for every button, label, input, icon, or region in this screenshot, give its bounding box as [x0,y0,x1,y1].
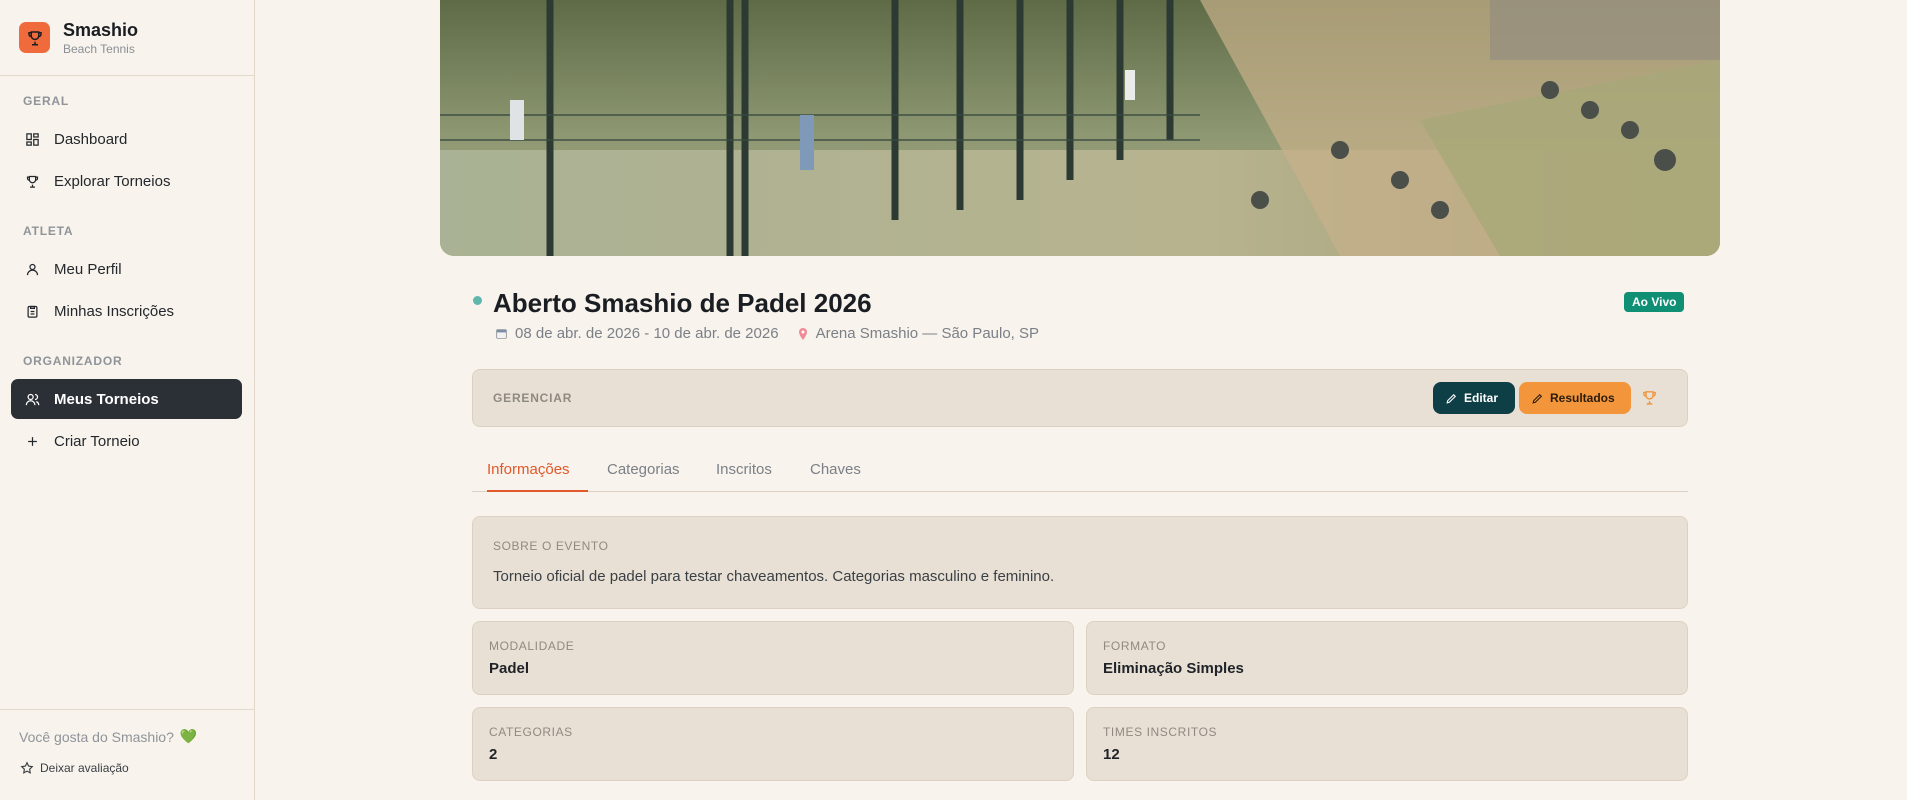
trophy-icon [1641,389,1658,411]
sidebar-footer: Você gosta do Smashio? 💚 Deixar avaliaçã… [0,709,255,800]
clipboard-icon [24,303,40,319]
star-icon [20,761,34,775]
sidebar-item-label: Criar Torneio [54,432,140,450]
users-icon [24,391,40,407]
stat-value: Eliminação Simples [1103,660,1244,677]
sidebar-item-label: Explorar Torneios [54,172,171,190]
sidebar-item-explorar-torneios[interactable]: Explorar Torneios [11,161,242,201]
leave-review-link[interactable]: Deixar avaliação [20,761,129,775]
pencil-icon [1531,392,1544,405]
tournament-tabs: Informações Categorias Inscritos Chaves [472,458,1688,492]
heart-icon: 💚 [179,728,198,744]
location-pin-icon [797,327,809,341]
tournament-cover-image [440,0,1720,256]
brand-logo-icon [19,22,50,53]
sidebar-item-meu-perfil[interactable]: Meu Perfil [11,249,242,289]
pencil-icon [1445,392,1458,405]
stat-card-formato: FORMATO Eliminação Simples [1086,621,1688,695]
stat-label: MODALIDADE [489,639,575,653]
sidebar-item-label: Dashboard [54,130,128,148]
manage-panel: GERENCIAR Editar Resultados [472,369,1688,427]
sidebar-item-minhas-inscricoes[interactable]: Minhas Inscrições [11,291,242,331]
stat-label: FORMATO [1103,639,1167,653]
tournament-meta: 08 de abr. de 2026 - 10 de abr. de 2026 … [495,325,1039,342]
sidebar-item-criar-torneio[interactable]: Criar Torneio [11,421,242,461]
tournament-location: Arena Smashio — São Paulo, SP [815,325,1040,342]
stat-card-times-inscritos: TIMES INSCRITOS 12 [1086,707,1688,781]
stat-label: CATEGORIAS [489,725,573,739]
nav-section-atleta: ATLETA [23,224,74,238]
tab-inscritos[interactable]: Inscritos [716,461,772,492]
stat-label: TIMES INSCRITOS [1103,725,1218,739]
feedback-prompt: Você gosta do Smashio? 💚 [19,728,197,745]
live-indicator-dot [473,296,482,305]
status-badge: Ao Vivo [1624,292,1685,312]
about-card: SOBRE O EVENTO Torneio oficial de padel … [472,516,1688,609]
sidebar-item-label: Minhas Inscrições [54,302,175,320]
brand-name: Smashio [63,19,139,40]
stat-value: Padel [489,660,530,677]
nav-section-geral: GERAL [23,94,69,108]
brand[interactable]: Smashio Beach Tennis [0,0,254,76]
sidebar-item-dashboard[interactable]: Dashboard [11,119,242,159]
sidebar: Smashio Beach Tennis GERAL Dashboard Exp… [0,0,255,800]
nav-section-organizador: ORGANIZADOR [23,354,123,368]
tournament-dates: 08 de abr. de 2026 - 10 de abr. de 2026 [515,325,779,342]
stat-value: 12 [1103,746,1120,763]
tournament-title: Aberto Smashio de Padel 2026 [493,288,872,318]
results-button[interactable]: Resultados [1519,382,1631,414]
padel-court-illustration [440,0,1720,256]
trophy-icon [24,173,40,189]
user-icon [24,261,40,277]
sidebar-item-meus-torneios[interactable]: Meus Torneios [11,379,242,419]
stat-card-modalidade: MODALIDADE Padel [472,621,1074,695]
manage-label: GERENCIAR [493,391,573,405]
tab-categorias[interactable]: Categorias [607,461,680,492]
about-text: Torneio oficial de padel para testar cha… [493,568,1055,585]
sidebar-item-label: Meu Perfil [54,260,122,278]
tab-informacoes[interactable]: Informações [487,461,588,492]
trophy-button[interactable] [1641,389,1658,411]
sidebar-item-label: Meus Torneios [54,390,159,408]
results-button-label: Resultados [1550,391,1615,405]
plus-icon [24,433,40,449]
tab-chaves[interactable]: Chaves [810,461,861,492]
dashboard-icon [24,131,40,147]
leave-review-label: Deixar avaliação [40,761,129,775]
calendar-icon [495,327,508,340]
stat-card-categorias: CATEGORIAS 2 [472,707,1074,781]
about-label: SOBRE O EVENTO [493,539,609,553]
stat-value: 2 [489,746,498,763]
feedback-question: Você gosta do Smashio? [19,728,174,745]
edit-button-label: Editar [1464,391,1499,405]
brand-subtitle: Beach Tennis [63,41,135,56]
edit-button[interactable]: Editar [1433,382,1515,414]
